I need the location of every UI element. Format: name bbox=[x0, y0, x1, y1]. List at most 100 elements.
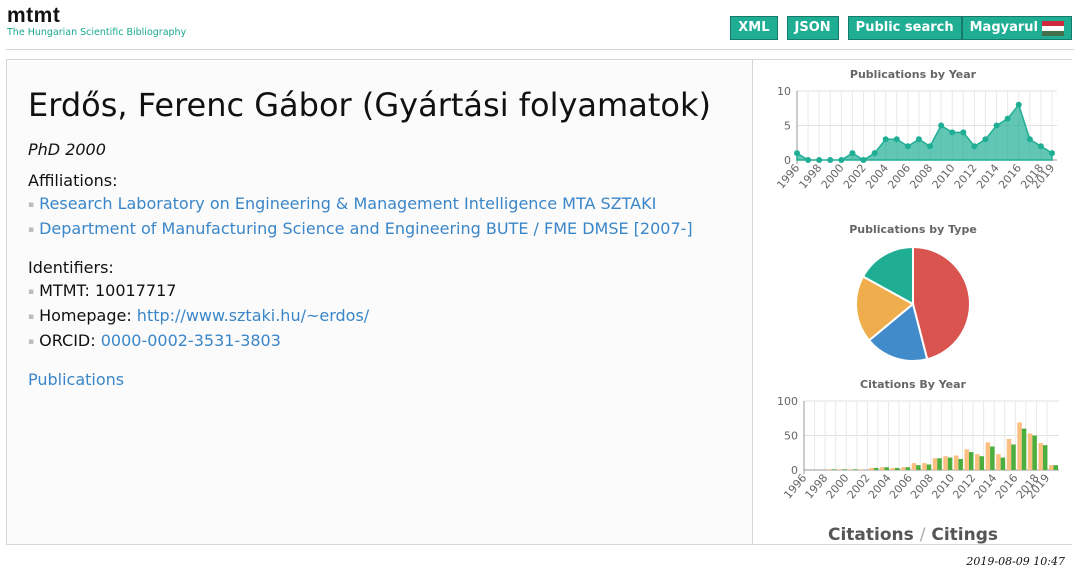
data-point bbox=[1037, 143, 1044, 150]
y-tick-label: 10 bbox=[777, 85, 791, 98]
bar bbox=[985, 442, 991, 470]
data-point bbox=[915, 136, 922, 143]
data-point bbox=[838, 157, 845, 163]
page-title: Erdős, Ferenc Gábor (Gyártási folyamatok… bbox=[28, 86, 711, 124]
citations-link[interactable]: Citations bbox=[828, 525, 914, 545]
bar bbox=[968, 452, 974, 470]
affiliations-list: Research Laboratory on Engineering & Man… bbox=[28, 192, 693, 242]
bar bbox=[911, 463, 917, 470]
degree: PhD 2000 bbox=[28, 140, 106, 159]
bar bbox=[975, 454, 980, 470]
affiliation-link[interactable]: Department of Manufacturing Science and … bbox=[39, 219, 693, 238]
profile-panel: Erdős, Ferenc Gábor (Gyártási folyamatok… bbox=[6, 59, 1073, 545]
identifiers-label: Identifiers: bbox=[28, 258, 114, 277]
bar bbox=[905, 467, 911, 470]
data-point bbox=[949, 129, 956, 136]
separator: / bbox=[919, 525, 926, 545]
y-tick-label: 100 bbox=[777, 395, 798, 408]
bar bbox=[926, 464, 932, 470]
bar bbox=[1038, 443, 1043, 470]
data-point bbox=[1026, 136, 1033, 143]
pubs-by-type-chart bbox=[855, 245, 971, 362]
data-point bbox=[871, 150, 878, 157]
stats-sidebar: Publications by Year 0 5 10 1996 1998 2000 200… bbox=[752, 60, 1073, 545]
orcid-link[interactable]: 0000-0002-3531-3803 bbox=[101, 331, 281, 350]
publications-link[interactable]: Publications bbox=[28, 368, 693, 391]
area-series bbox=[796, 103, 1053, 161]
x-tick-label: 1998 bbox=[797, 162, 825, 192]
affiliations-label: Affiliations: bbox=[28, 171, 118, 190]
orcid-item: ORCID: 0000-0002-3531-3803 bbox=[28, 329, 693, 354]
bar bbox=[884, 467, 889, 470]
homepage-item: Homepage: http://www.sztaki.hu/~erdos/ bbox=[28, 304, 693, 329]
citings-link[interactable]: Citings bbox=[931, 525, 998, 545]
public-search-button[interactable]: Public search bbox=[847, 16, 962, 40]
timestamp: 2019-08-09 10:47 bbox=[966, 555, 1065, 568]
list-item: Department of Manufacturing Science and … bbox=[28, 217, 693, 242]
bar bbox=[852, 469, 858, 470]
bar bbox=[932, 458, 938, 470]
bar bbox=[1000, 457, 1006, 470]
x-tick-label: 2010 bbox=[930, 162, 958, 192]
brand[interactable]: mtmt The Hungarian Scientific Bibliograp… bbox=[7, 4, 186, 38]
citations-links: Citations / Citings bbox=[753, 525, 1073, 545]
brand-title[interactable]: mtmt bbox=[7, 4, 186, 28]
x-tick-label: 2004 bbox=[863, 162, 891, 192]
data-point bbox=[1015, 101, 1022, 108]
divider bbox=[6, 49, 1074, 50]
data-point bbox=[882, 136, 889, 143]
y-tick-label: 50 bbox=[784, 430, 798, 443]
bar bbox=[895, 467, 900, 470]
x-tick-label: 2002 bbox=[841, 162, 869, 192]
bar bbox=[1011, 444, 1016, 470]
bar bbox=[947, 457, 953, 470]
bar bbox=[943, 456, 948, 470]
language-label: Magyarul bbox=[969, 20, 1038, 35]
bar bbox=[1006, 438, 1012, 470]
data-point bbox=[794, 150, 800, 157]
top-buttons: XML JSON Public search Magyarul bbox=[730, 16, 1072, 40]
x-tick-label: 2016 bbox=[996, 162, 1024, 192]
x-tick-label: 2008 bbox=[907, 162, 935, 192]
hungary-flag-icon bbox=[1042, 20, 1064, 36]
x-tick-label: 2012 bbox=[952, 162, 980, 192]
mtmt-id: MTMT: 10017717 bbox=[28, 279, 693, 304]
data-point bbox=[1004, 115, 1011, 122]
language-button[interactable]: Magyarul bbox=[961, 16, 1072, 40]
x-tick-label: 1996 bbox=[774, 162, 802, 192]
list-item: Research Laboratory on Engineering & Man… bbox=[28, 192, 693, 217]
x-tick-label: 2008 bbox=[908, 472, 936, 502]
bar bbox=[1032, 435, 1037, 470]
x-tick-label: 2012 bbox=[950, 472, 978, 502]
bar bbox=[1021, 428, 1027, 470]
x-tick-label: 2014 bbox=[972, 472, 1000, 502]
x-tick-label: 2006 bbox=[885, 162, 913, 192]
bar bbox=[1049, 465, 1054, 470]
homepage-link[interactable]: http://www.sztaki.hu/~erdos/ bbox=[137, 306, 369, 325]
affiliation-link[interactable]: Research Laboratory on Engineering & Man… bbox=[39, 194, 656, 213]
x-tick-label: 2000 bbox=[819, 162, 847, 192]
data-point bbox=[827, 157, 834, 163]
data-point bbox=[971, 143, 978, 150]
bar bbox=[922, 463, 927, 470]
data-point bbox=[860, 157, 867, 163]
data-point bbox=[960, 129, 967, 136]
bar bbox=[890, 467, 896, 470]
brand-subtitle: The Hungarian Scientific Bibliography bbox=[7, 27, 187, 38]
bar bbox=[958, 458, 963, 470]
data-point bbox=[893, 136, 900, 143]
data-point bbox=[849, 150, 856, 157]
bar bbox=[842, 469, 847, 470]
x-tick-label: 2014 bbox=[974, 162, 1002, 192]
bar bbox=[873, 467, 879, 470]
data-point bbox=[982, 136, 989, 143]
data-point bbox=[993, 122, 1000, 129]
bar bbox=[996, 454, 1001, 470]
pubs-by-year-chart: 0510199619982000200220042006200820102012… bbox=[774, 85, 1057, 192]
data-point bbox=[816, 157, 823, 163]
x-tick-label: 2000 bbox=[824, 472, 852, 502]
bar bbox=[858, 469, 864, 470]
json-button[interactable]: JSON bbox=[786, 16, 839, 40]
xml-button[interactable]: XML bbox=[730, 16, 778, 40]
bar bbox=[879, 467, 885, 470]
